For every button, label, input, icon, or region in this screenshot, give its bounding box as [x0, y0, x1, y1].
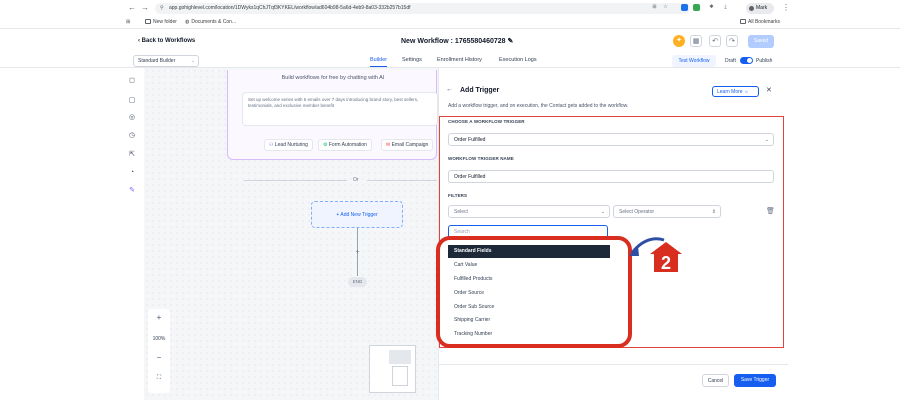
ai-builder-card: Build workflows for free by chatting wit… [227, 70, 438, 160]
filter-field-select[interactable]: Select ⌄ [448, 205, 610, 218]
add-action-plus-icon[interactable]: + [353, 248, 362, 257]
trigger-name-input[interactable]: Order Fulfilled [448, 170, 774, 183]
bookmark-new-folder[interactable]: New folder [145, 19, 177, 25]
trash-icon[interactable]: 🗑 [766, 207, 775, 215]
bookmark-star-icon[interactable]: ☆ [662, 4, 669, 11]
test-workflow-button[interactable]: Test Workflow [672, 55, 716, 67]
ai-assistant-icon[interactable]: ✦ [673, 35, 685, 47]
draft-label: Draft [725, 58, 736, 64]
chip-lead-nurturing[interactable]: ⚇ Lead Nurturing [264, 139, 313, 151]
trigger-name-label: WORKFLOW TRIGGER NAME [448, 156, 514, 161]
zoom-level: 100% [152, 336, 166, 342]
extension-green-icon[interactable] [693, 4, 700, 11]
address-bar[interactable]: ⚲ app.gohighlevel.com/location/1DWyks1qC… [155, 3, 690, 14]
chevron-updown-icon: ⇕ [711, 209, 716, 215]
workflow-title[interactable]: New Workflow : 1765580460728 ✎ [401, 37, 513, 45]
chip-form-automation[interactable]: ⚙ Form Automation [318, 139, 372, 151]
extension-icon[interactable]: ⊞ [651, 4, 658, 11]
tab-execution-logs[interactable]: Execution Logs [499, 57, 537, 63]
filter-operator-select[interactable]: Select Operator ⇕ [613, 205, 721, 218]
back-arrow-icon[interactable]: ← [446, 86, 453, 93]
panel-footer-divider [438, 364, 788, 365]
site-info-icon[interactable]: ⚲ [160, 5, 164, 11]
chevron-down-icon: ⌄ [600, 209, 605, 215]
panel-title: Add Trigger [460, 87, 500, 94]
ai-prompt-input[interactable]: Set up welcome series with 5 emails over… [242, 92, 438, 126]
filters-label: FILTERS [448, 193, 468, 198]
left-toolbar: ◻ ▢ ◎ ◷ ⇱ ◔ ✎ [120, 68, 144, 400]
choose-trigger-label: CHOOSE A WORKFLOW TRIGGER [448, 119, 525, 124]
extensions-puzzle-icon[interactable]: ✱ [708, 4, 715, 11]
chevron-down-icon: ⌄ [764, 137, 769, 143]
step-number: 2 [661, 253, 671, 273]
publish-toggle[interactable] [740, 57, 753, 64]
saved-button[interactable]: Saved [748, 35, 774, 48]
ai-builder-title: Build workflows for free by chatting wit… [281, 75, 385, 81]
lightbulb-icon: ☼ [743, 89, 749, 95]
undo-icon[interactable]: ↶ [709, 35, 721, 47]
document-icon[interactable]: ▢ [128, 97, 136, 105]
tab-builder[interactable]: Builder [370, 57, 388, 67]
avatar [749, 6, 754, 11]
clock-icon[interactable]: ◔ [128, 169, 136, 177]
kebab-menu-icon[interactable]: ⋮ [781, 3, 791, 13]
apps-grid-icon[interactable]: ⊞ [126, 19, 130, 25]
tab-settings[interactable]: Settings [402, 57, 422, 63]
folder-icon [145, 19, 151, 24]
panel-subtitle: Add a workflow trigger, and on execution… [448, 103, 629, 109]
sub-header: Standard Builder ⌄ Builder Settings Enrol… [0, 55, 900, 68]
end-node: END [348, 277, 367, 287]
bookmark-documents[interactable]: ◍ Documents & Con... [185, 19, 236, 25]
divider [244, 180, 347, 181]
forward-arrow-icon[interactable]: → [140, 3, 150, 13]
app-header: ‹ Back to Workflows New Workflow : 17655… [0, 29, 900, 55]
extension-blue-icon[interactable] [681, 4, 688, 11]
zoom-in-icon[interactable]: + [148, 311, 170, 325]
back-arrow-icon[interactable]: ← [127, 3, 137, 13]
add-new-trigger-node[interactable]: + Add New Trigger [311, 201, 403, 228]
profile-name: Mark [756, 5, 768, 11]
save-trigger-button[interactable]: Save Trigger [734, 374, 776, 387]
downloads-icon[interactable]: ⤓ [722, 4, 729, 11]
close-icon[interactable]: ✕ [766, 86, 772, 94]
divider [367, 180, 437, 181]
back-to-workflows-link[interactable]: ‹ Back to Workflows [138, 38, 195, 44]
tab-enrollment-history[interactable]: Enrollment History [437, 57, 482, 63]
browser-toolbar: ← → ↻ ⚲ app.gohighlevel.com/location/1DW… [0, 0, 900, 17]
annotation-highlight-ring [436, 236, 632, 348]
builder-mode-select[interactable]: Standard Builder ⌄ [133, 55, 199, 67]
chevron-down-icon: ⌄ [190, 58, 195, 64]
check-circle-icon[interactable]: ◎ [128, 114, 136, 122]
callout-arrowhead-icon [629, 246, 639, 256]
calendar-icon[interactable]: ▦ [690, 35, 702, 47]
annotation-callout: 2 [629, 237, 682, 273]
url-text: app.gohighlevel.com/location/1DWyks1qChJ… [169, 5, 411, 11]
all-bookmarks[interactable]: All Bookmarks [740, 19, 780, 25]
external-link-icon[interactable]: ⇱ [128, 151, 136, 159]
zoom-out-icon[interactable]: − [148, 351, 170, 365]
folder-icon [740, 19, 746, 24]
publish-label: Publish [756, 58, 773, 64]
magic-wand-icon[interactable]: ✎ [128, 187, 136, 195]
minimap[interactable] [369, 345, 416, 393]
chip-email-campaign[interactable]: ✉ Email Campaign [381, 139, 434, 151]
learn-more-button[interactable]: Learn More ☼ [712, 86, 759, 97]
trigger-select[interactable]: Order Fulfilled ⌄ [448, 133, 774, 146]
or-label: Or [353, 177, 359, 183]
zoom-controls: + 100% − ⛶ [148, 309, 170, 393]
globe-icon: ◍ [185, 19, 190, 25]
history-icon[interactable]: ◷ [128, 132, 136, 140]
chat-icon[interactable]: ◻ [128, 77, 136, 85]
redo-icon[interactable]: ↷ [726, 35, 738, 47]
profile-chip[interactable]: Mark [746, 3, 774, 14]
cancel-button[interactable]: Cancel [702, 374, 729, 387]
edit-pencil-icon[interactable]: ✎ [508, 38, 514, 45]
fit-screen-icon[interactable]: ⛶ [148, 371, 170, 385]
bookmarks-bar: ⊞ New folder ◍ Documents & Con... All Boo… [0, 17, 900, 29]
